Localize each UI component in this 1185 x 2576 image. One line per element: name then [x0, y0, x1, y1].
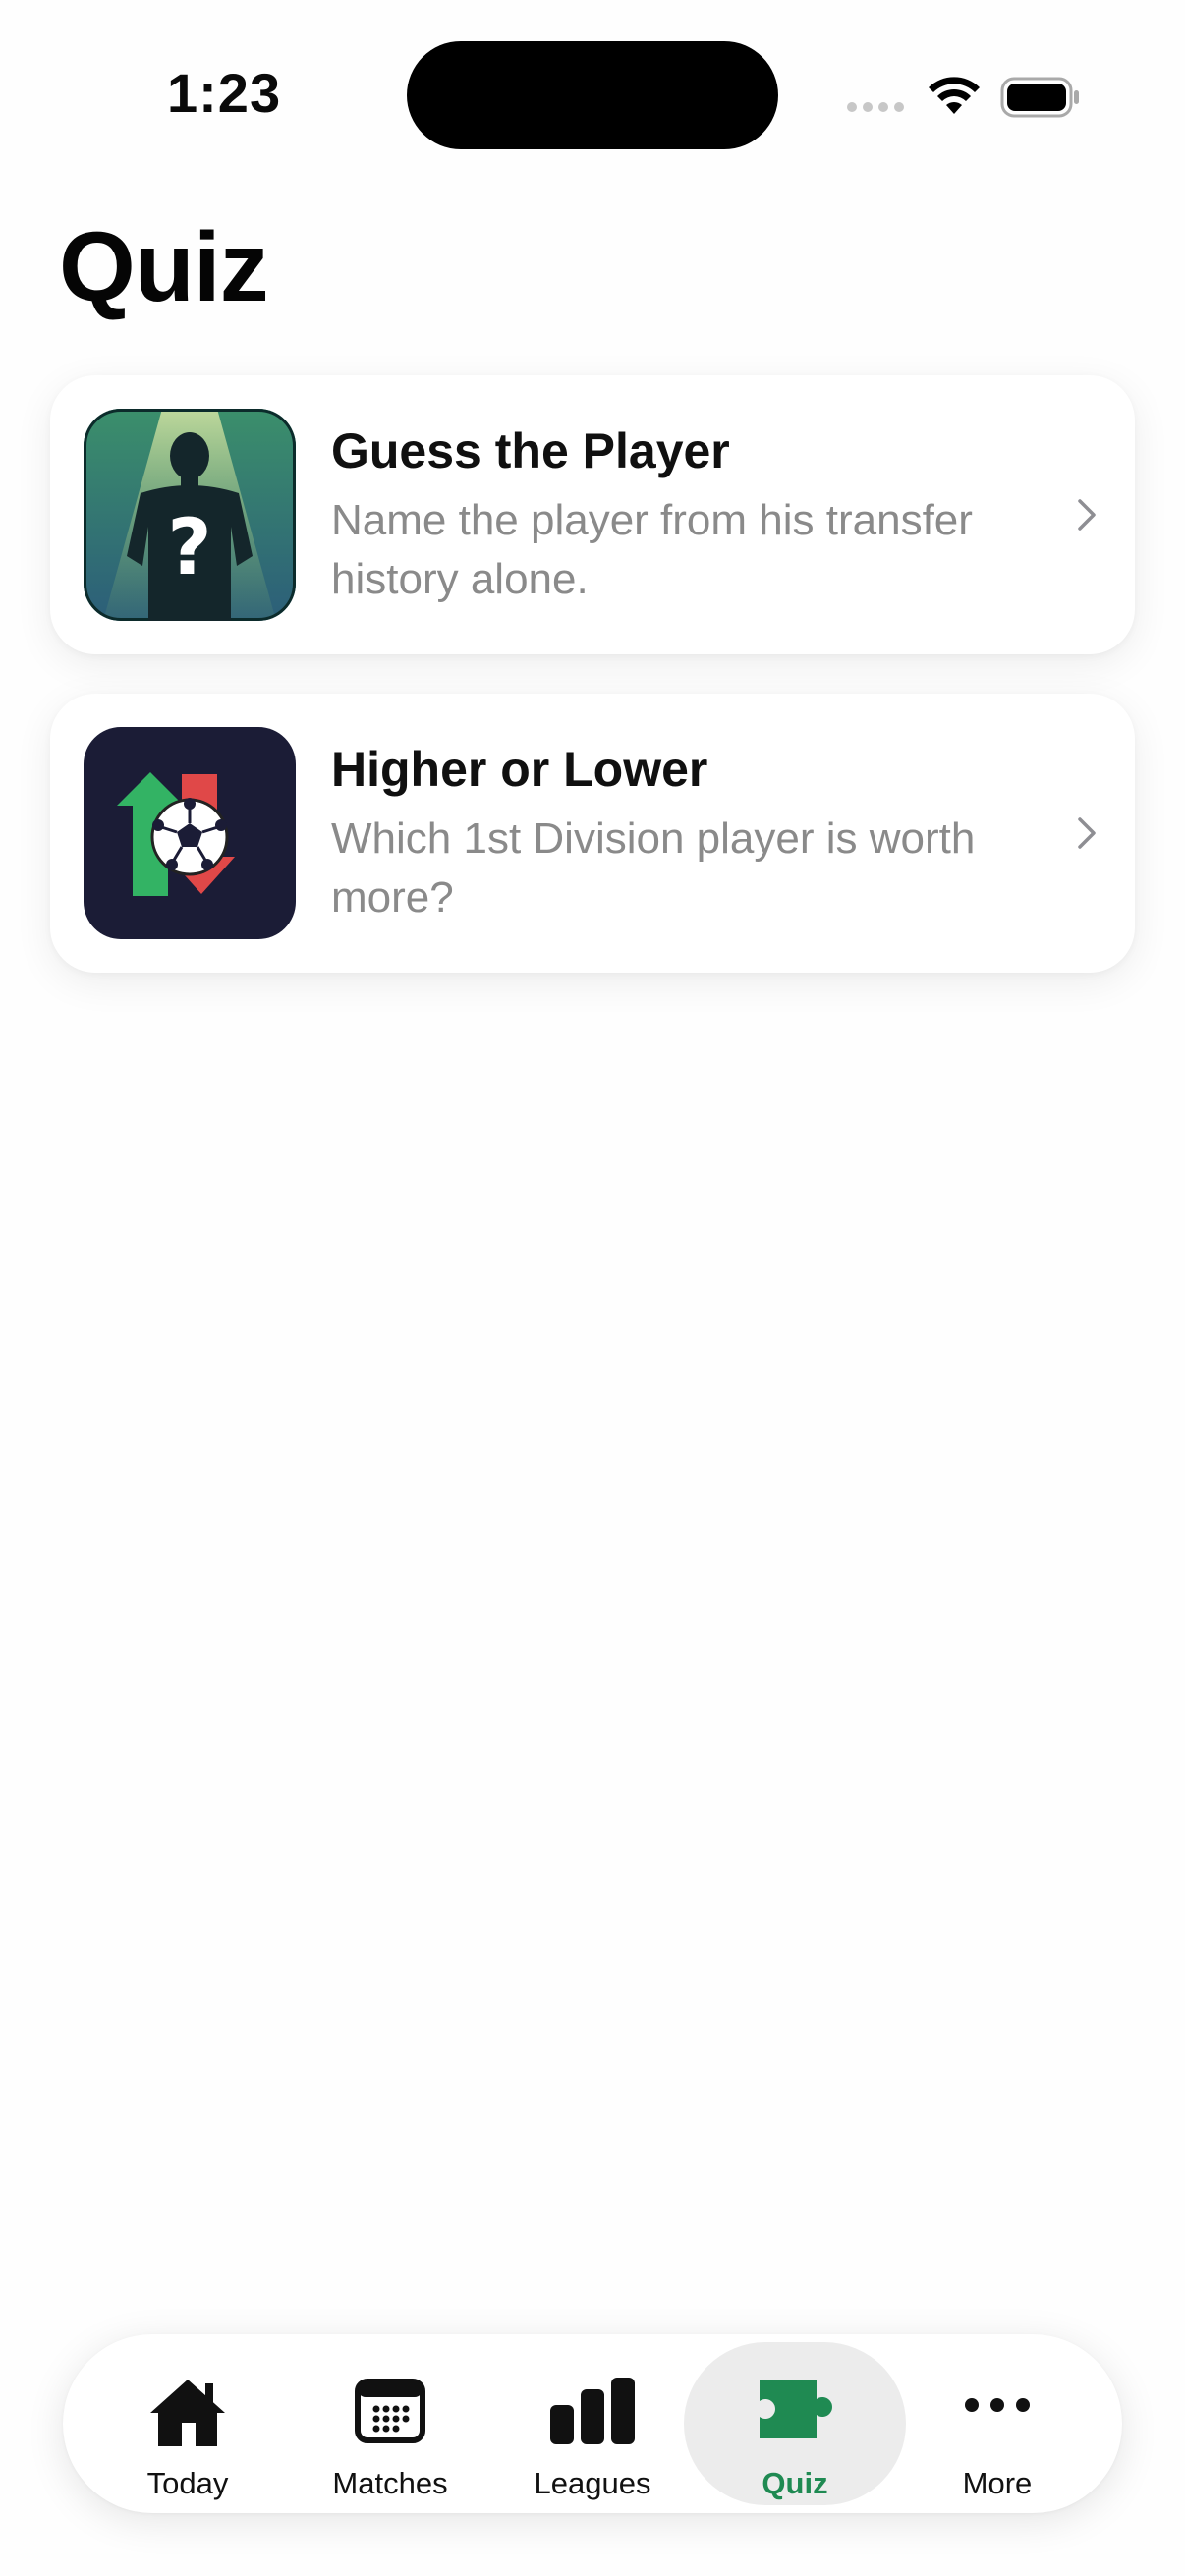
chevron-right-icon — [1078, 499, 1096, 531]
page-title: Quiz — [59, 212, 269, 322]
tab-label: Matches — [332, 2466, 448, 2500]
calendar-icon — [355, 2379, 425, 2443]
dynamic-island — [407, 41, 778, 149]
bar-chart-icon — [550, 2378, 635, 2444]
ellipsis-icon — [965, 2398, 1030, 2412]
wifi-icon — [929, 77, 980, 114]
chevron-right-icon — [1078, 817, 1096, 849]
svg-text:?: ? — [167, 504, 211, 592]
battery-icon — [1000, 77, 1079, 118]
tab-label: More — [962, 2466, 1033, 2500]
tab-label: Quiz — [762, 2466, 828, 2500]
tab-quiz[interactable]: Quiz — [684, 2342, 906, 2505]
tab-bar: Today Matches Leagues Quiz More — [63, 2334, 1122, 2513]
tab-label: Leagues — [534, 2466, 651, 2500]
status-time: 1:23 — [167, 62, 282, 124]
higher-or-lower-image — [84, 727, 296, 939]
guess-the-player-image: ? — [84, 409, 296, 621]
quiz-title: Guess the Player — [331, 423, 730, 478]
house-icon — [150, 2380, 225, 2446]
quiz-title: Higher or Lower — [331, 742, 708, 797]
puzzle-piece-icon — [760, 2380, 832, 2438]
quiz-subtitle: Which 1st Division player is worth more? — [331, 814, 976, 922]
quiz-card-higher-or-lower[interactable]: Higher or Lower Which 1st Division playe… — [50, 694, 1135, 973]
tab-matches[interactable]: Matches — [279, 2342, 501, 2505]
tab-today[interactable]: Today — [77, 2342, 299, 2505]
quiz-subtitle: Name the player from his transfer histor… — [331, 496, 973, 603]
tab-leagues[interactable]: Leagues — [481, 2342, 704, 2505]
tab-more[interactable]: More — [886, 2342, 1108, 2505]
tab-label: Today — [146, 2466, 229, 2500]
quiz-card-guess-the-player[interactable]: ? Guess the Player Name the player from … — [50, 375, 1135, 654]
cellular-signal-icon — [847, 102, 904, 112]
